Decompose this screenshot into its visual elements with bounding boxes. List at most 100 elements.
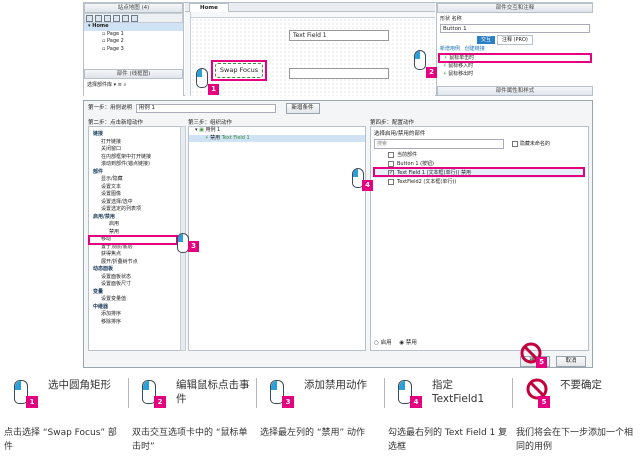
legend-desc: 选择最左列的 “禁用” 动作 bbox=[260, 428, 366, 438]
create-link-link[interactable]: 创建链接 bbox=[465, 46, 485, 52]
widgets-filter[interactable]: 选择部件库 ▾ ≡ ⌕ bbox=[84, 79, 183, 90]
swap-focus-button[interactable]: Swap Focus bbox=[215, 63, 263, 78]
action-group[interactable]: 变量 bbox=[89, 289, 182, 297]
hide-unnamed-checkbox[interactable] bbox=[511, 140, 518, 147]
sitemap-page-1[interactable]: ▫ Page 1 bbox=[84, 31, 183, 39]
event-mouseleave[interactable]: ⚡ 鼠标移出时 bbox=[437, 71, 593, 79]
step2-label: 第二步：点击新增动作 bbox=[88, 120, 144, 126]
action-item[interactable]: 设置图像 bbox=[89, 191, 182, 199]
action-item[interactable]: 移除排序 bbox=[89, 319, 182, 327]
menu-icon[interactable]: ≡ bbox=[118, 82, 122, 88]
legend-desc: 勾选最右列的 Text Field 1 复选框 bbox=[388, 428, 508, 452]
widget-library-select[interactable]: 选择部件库 bbox=[87, 82, 112, 88]
tab-interaction[interactable]: 交互 bbox=[477, 36, 496, 44]
legend-row: 1 选中圆角矩形 点击选择 “Swap Focus” 部件 2 编辑鼠标点击事件 双击交互… bbox=[0, 372, 640, 464]
radio-disable[interactable]: ◉ bbox=[399, 340, 404, 346]
organize-action-disable[interactable]: ⚡ 禁用 Text Field 1 bbox=[189, 134, 365, 142]
sitemap-page-2[interactable]: ▫ Page 2 bbox=[84, 38, 183, 46]
case-name-input[interactable]: 用例 1 bbox=[135, 104, 276, 113]
event-mouseenter[interactable]: ⚡ 鼠标移入时 bbox=[437, 63, 593, 71]
action-group[interactable]: 启用/禁用 bbox=[89, 214, 182, 222]
action-item[interactable]: 滚动到部件(锚点链接) bbox=[89, 161, 182, 169]
hide-unnamed-label: 隐藏未命名的 bbox=[519, 141, 550, 147]
text-field-2[interactable] bbox=[289, 68, 389, 79]
add-condition-button[interactable]: 新增条件 bbox=[285, 103, 320, 114]
sitemap-home[interactable]: ▾ Home bbox=[84, 23, 183, 31]
action-label: 禁用 bbox=[210, 134, 221, 141]
step-badge-5: 5 bbox=[536, 357, 547, 368]
action-item[interactable]: 设置面板尺寸 bbox=[89, 281, 182, 289]
sitemap-page-3[interactable]: ▫ Page 3 bbox=[84, 46, 183, 54]
move-up-icon[interactable] bbox=[104, 15, 111, 22]
config-radio-row: ○ 启用 ◉ 禁用 bbox=[374, 338, 417, 346]
search-icon[interactable]: ⌕ bbox=[124, 82, 127, 88]
step-badge-3: 3 bbox=[188, 241, 199, 252]
organize-case[interactable]: ▾ ▣ 用例 1 bbox=[189, 127, 365, 135]
mouse-icon bbox=[414, 50, 426, 70]
case-label: 用例 1 bbox=[205, 127, 221, 133]
legend-item: 5 不要确定 我们将会在下一步添加一个相同的用例 bbox=[512, 372, 640, 464]
config-item[interactable]: 当前部件 bbox=[374, 151, 585, 160]
action-item[interactable]: 在内部框架中打开链接 bbox=[89, 154, 182, 162]
action-item[interactable]: 获得焦点 bbox=[89, 251, 182, 259]
checkbox[interactable] bbox=[388, 160, 394, 167]
legend-desc: 点击选择 “Swap Focus” 部件 bbox=[4, 428, 117, 452]
action-item[interactable]: 设置选定的列表项 bbox=[89, 206, 182, 214]
page-label: Page 2 bbox=[106, 38, 124, 44]
add-folder-icon[interactable] bbox=[95, 15, 102, 22]
action-item[interactable]: 设置变量值 bbox=[89, 296, 182, 304]
new-case-link[interactable]: 新增用例 bbox=[440, 46, 460, 52]
move-down-icon[interactable] bbox=[113, 15, 120, 22]
tab-home[interactable]: Home bbox=[189, 3, 229, 12]
checkbox[interactable] bbox=[388, 178, 394, 185]
tab-notes[interactable]: 注释 (PRO) bbox=[496, 35, 533, 45]
action-item[interactable]: 设置选择/选中 bbox=[89, 199, 182, 207]
add-page-icon[interactable] bbox=[86, 15, 93, 22]
textfield1-highlight bbox=[373, 167, 585, 177]
delete-icon[interactable] bbox=[122, 15, 129, 22]
legend-divider bbox=[512, 378, 513, 408]
page-label: Page 1 bbox=[106, 30, 124, 37]
organize-actions: ▾ ▣ 用例 1 ⚡ 禁用 Text Field 1 bbox=[188, 126, 366, 351]
legend-title: 编辑鼠标点击事件 bbox=[176, 379, 250, 405]
canvas-area: Home Text Field 1 Swap Focus bbox=[185, 3, 435, 96]
interaction-tabs: 交互 注释 (PRO) bbox=[477, 35, 593, 45]
action-item[interactable]: 显示/隐藏 bbox=[89, 176, 182, 184]
canvas-tab-bar: Home bbox=[185, 3, 435, 12]
action-group[interactable]: 中继器 bbox=[89, 304, 182, 312]
search-icon[interactable] bbox=[131, 15, 138, 22]
config-search-input[interactable]: 搜索 bbox=[374, 139, 504, 149]
sitemap-title: 站点地图 (4) bbox=[84, 3, 183, 13]
action-item[interactable]: 打开链接 bbox=[89, 139, 182, 147]
action-group[interactable]: 部件 bbox=[89, 169, 182, 177]
text-field-1[interactable]: Text Field 1 bbox=[289, 30, 389, 41]
sitemap-panel: 站点地图 (4) ▾ Home ▫ Page 1 ▫ Page 2 ▫ Page… bbox=[84, 3, 184, 73]
config-search-row: 搜索 隐藏未命名的 bbox=[374, 139, 585, 149]
config-item[interactable]: TextField2 (文本框(单行)) bbox=[374, 178, 585, 187]
action-group[interactable]: 链接 bbox=[89, 131, 182, 139]
action-item[interactable]: 关闭窗口 bbox=[89, 146, 182, 154]
action-item[interactable]: 展开/折叠树节点 bbox=[89, 259, 182, 267]
cancel-button[interactable]: 取消 bbox=[556, 356, 586, 367]
action-group[interactable]: 动态面板 bbox=[89, 266, 182, 274]
action-item[interactable]: 添加排序 bbox=[89, 311, 182, 319]
action-item[interactable]: 设置文本 bbox=[89, 184, 182, 192]
legend-item: 1 选中圆角矩形 点击选择 “Swap Focus” 部件 bbox=[0, 372, 128, 464]
event-onclick[interactable]: ⚡ 鼠标单击时 bbox=[440, 55, 590, 63]
props-title: 部件属性和样式 bbox=[437, 86, 593, 96]
action-item[interactable]: 设置面板状态 bbox=[89, 274, 182, 282]
name-input[interactable]: Button 1 bbox=[440, 24, 590, 33]
step-badge-1: 1 bbox=[208, 84, 219, 95]
event-click-highlight: ⚡ 鼠标单击时 bbox=[438, 53, 592, 63]
radio-enable[interactable]: ○ bbox=[374, 340, 379, 346]
radio-disable-label: 禁用 bbox=[405, 340, 417, 346]
legend-title: 不要确定 bbox=[560, 379, 602, 391]
lightning-icon: ⚡ bbox=[443, 70, 447, 77]
interaction-title: 部件交互和注释 bbox=[437, 3, 593, 13]
page-label: Page 3 bbox=[106, 45, 124, 52]
legend-badge: 2 bbox=[154, 396, 166, 408]
legend-divider bbox=[256, 378, 257, 408]
mouse-icon bbox=[196, 68, 208, 88]
action-item[interactable]: 启用 bbox=[89, 221, 182, 229]
checkbox[interactable] bbox=[388, 151, 394, 158]
